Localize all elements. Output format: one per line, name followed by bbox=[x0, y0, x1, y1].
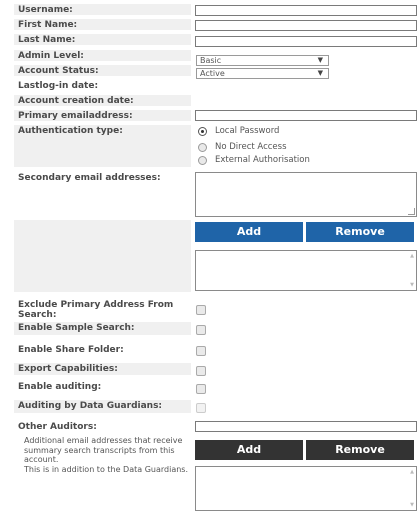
enable-auditing-label: Enable auditing: bbox=[18, 382, 102, 392]
primary-email-label: Primary emailaddress: bbox=[14, 110, 191, 121]
last-name-field[interactable] bbox=[195, 36, 417, 47]
share-folder-label: Enable Share Folder: bbox=[18, 345, 124, 355]
last-login-label: Lastlog-in date: bbox=[18, 81, 99, 91]
other-auditors-field[interactable] bbox=[195, 421, 417, 432]
auth-option-label: Local Password bbox=[215, 126, 280, 136]
auth-type-label: Authentication type: bbox=[14, 125, 191, 167]
scroll-down-icon[interactable]: ▼ bbox=[410, 282, 414, 288]
account-creation-label: Account creation date: bbox=[14, 95, 191, 106]
add-secondary-email-button[interactable]: Add bbox=[195, 222, 303, 242]
secondary-emails-list[interactable]: ▲ ▼ bbox=[195, 250, 417, 291]
auth-option-label: External Authorisation bbox=[215, 155, 310, 165]
chevron-down-icon: ▼ bbox=[317, 56, 323, 64]
enable-auditing-checkbox[interactable] bbox=[196, 384, 206, 394]
first-name-label: First Name: bbox=[14, 19, 191, 30]
admin-level-label: Admin Level: bbox=[14, 50, 191, 61]
scroll-up-icon[interactable]: ▲ bbox=[410, 253, 414, 259]
account-status-label: Account Status: bbox=[14, 65, 191, 76]
account-status-select[interactable]: Active ▼ bbox=[196, 68, 329, 79]
last-name-label: Last Name: bbox=[14, 34, 191, 45]
auditing-guardians-checkbox[interactable] bbox=[196, 403, 206, 413]
remove-auditor-button[interactable]: Remove bbox=[306, 440, 414, 460]
scroll-down-icon[interactable]: ▼ bbox=[410, 502, 414, 508]
scroll-up-icon[interactable]: ▲ bbox=[410, 469, 414, 475]
username-label: Username: bbox=[14, 4, 191, 15]
share-folder-checkbox[interactable] bbox=[196, 346, 206, 356]
radio-icon[interactable] bbox=[198, 143, 207, 152]
exclude-primary-label: Exclude Primary Address From Search: bbox=[18, 300, 174, 320]
other-auditors-list[interactable]: ▲ ▼ bbox=[195, 466, 417, 511]
sample-search-checkbox[interactable] bbox=[196, 325, 206, 335]
admin-level-value: Basic bbox=[200, 56, 222, 65]
other-auditors-note: Additional email addresses that receive … bbox=[24, 436, 189, 474]
other-auditors-label: Other Auditors: bbox=[18, 422, 97, 432]
admin-level-select[interactable]: Basic ▼ bbox=[196, 55, 329, 66]
chevron-down-icon: ▼ bbox=[317, 69, 323, 77]
secondary-emails-spacer bbox=[14, 220, 191, 292]
resize-handle-icon[interactable] bbox=[408, 208, 415, 215]
secondary-emails-label: Secondary email addresses: bbox=[18, 173, 161, 183]
auth-option-label: No Direct Access bbox=[215, 142, 287, 152]
first-name-field[interactable] bbox=[195, 20, 417, 31]
radio-icon[interactable] bbox=[198, 156, 207, 165]
sample-search-label: Enable Sample Search: bbox=[14, 322, 191, 335]
account-status-value: Active bbox=[200, 69, 225, 78]
primary-email-field[interactable] bbox=[195, 110, 417, 121]
exclude-primary-checkbox[interactable] bbox=[196, 305, 206, 315]
username-field[interactable] bbox=[195, 5, 417, 16]
add-auditor-button[interactable]: Add bbox=[195, 440, 303, 460]
auditing-guardians-label: Auditing by Data Guardians: bbox=[14, 400, 191, 413]
secondary-emails-textarea[interactable] bbox=[195, 172, 417, 217]
export-capabilities-label: Export Capabilities: bbox=[14, 363, 191, 375]
radio-selected-icon[interactable] bbox=[198, 127, 207, 136]
export-capabilities-checkbox[interactable] bbox=[196, 366, 206, 376]
remove-secondary-email-button[interactable]: Remove bbox=[306, 222, 414, 242]
